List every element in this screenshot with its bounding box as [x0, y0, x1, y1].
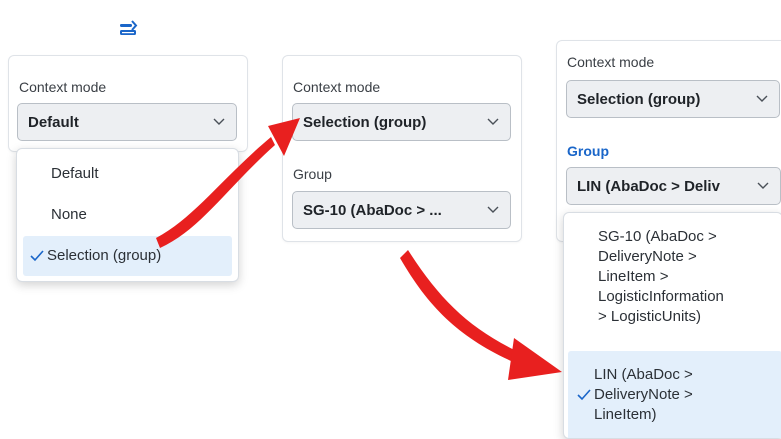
arrow-overlay — [156, 118, 562, 380]
arrow-to-panel-2 — [156, 118, 300, 248]
arrow-to-panel-3 — [400, 250, 562, 380]
